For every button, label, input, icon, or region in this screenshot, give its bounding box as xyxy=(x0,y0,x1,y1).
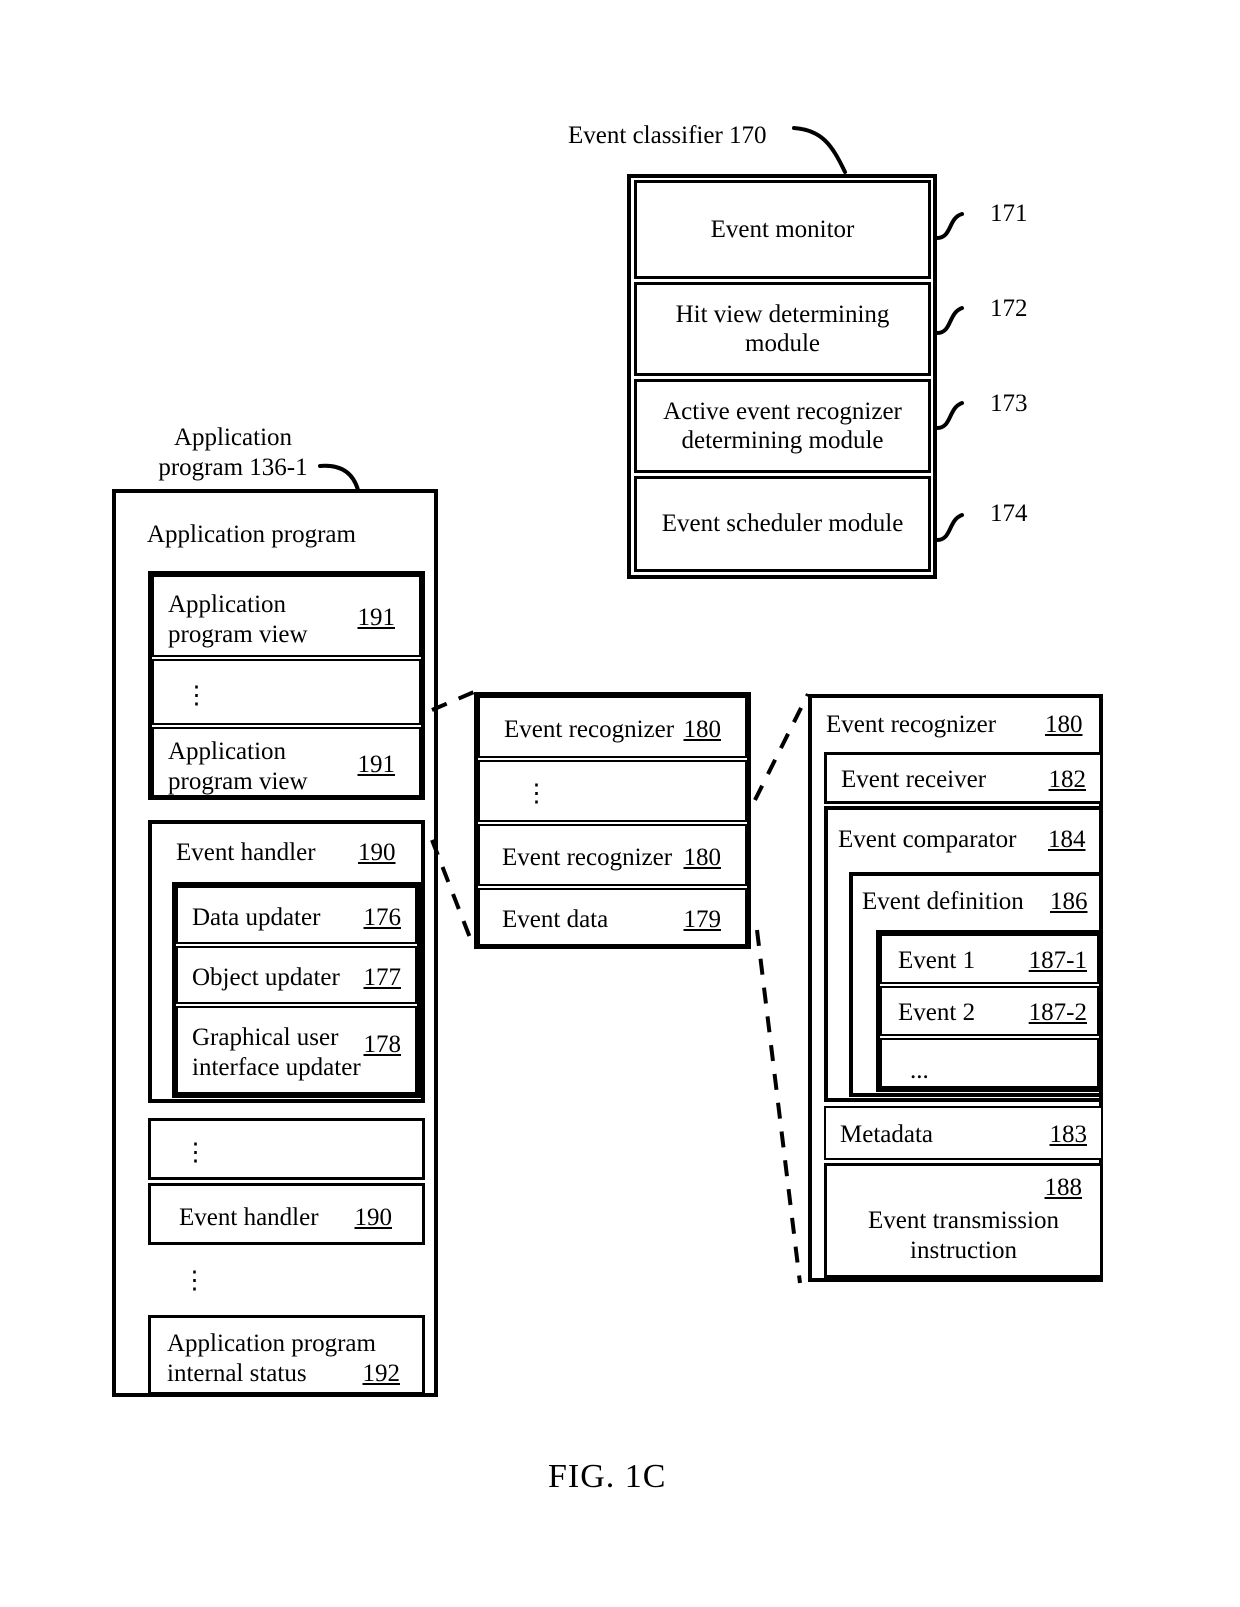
event-classifier-row-hit-view: Hit view determining module xyxy=(634,282,931,376)
event-1-label: Event 1 xyxy=(898,947,976,974)
application-program-ellipsis-row-2: ⋮ xyxy=(148,1118,425,1180)
application-program-title: Application program 136-1 xyxy=(158,424,308,481)
event-classifier-row-active-recognizer: Active event recognizer determining modu… xyxy=(634,379,931,473)
application-program-view-2: Application program view 191 xyxy=(152,727,421,797)
internal-status-label: Application program internal status xyxy=(167,1330,376,1387)
application-program-view-1: Application program view 191 xyxy=(152,575,421,657)
object-updater-label: Object updater xyxy=(192,964,340,991)
ref-192: 192 xyxy=(362,1360,401,1387)
data-updater-label: Data updater xyxy=(192,904,321,931)
event-recognizer-list-row: Event recognizer 180 xyxy=(478,824,747,886)
event-transmission-instruction-row: 188 Event transmission instruction xyxy=(824,1163,1103,1278)
event-2-label: Event 2 xyxy=(898,999,976,1026)
ref-172: 172 xyxy=(990,295,1028,322)
event-classifier-row-event-monitor: Event monitor xyxy=(634,180,931,279)
vertical-ellipsis: ⋮ xyxy=(524,780,549,807)
ref-191: 191 xyxy=(357,751,396,778)
event-handler-1-label: Event handler xyxy=(176,839,316,866)
dashed-connector-handler-to-recognizer-bottom xyxy=(430,839,476,949)
event-handler-2-row: Event handler 190 xyxy=(148,1183,425,1245)
event-classifier-title: Event classifier 170 xyxy=(568,122,767,149)
event-classifier-row-scheduler: Event scheduler module xyxy=(634,476,931,572)
patent-figure-page: Event classifier 170 Event monitor 171 H… xyxy=(0,0,1240,1607)
leader-174 xyxy=(935,513,964,542)
application-program-header: Application program xyxy=(147,521,356,548)
ref-182: 182 xyxy=(1048,766,1087,793)
event-classifier-row-label: Event scheduler module xyxy=(661,510,904,538)
ref-173: 173 xyxy=(990,390,1028,417)
event-classifier-row-label: Hit view determining module xyxy=(675,300,890,358)
event-receiver-label: Event receiver xyxy=(841,766,987,793)
application-program-view-label: Application program view xyxy=(168,591,308,648)
event-classifier-row-label: Event monitor xyxy=(710,215,855,243)
ref-188: 188 xyxy=(1044,1174,1083,1201)
ref-187-1: 187-1 xyxy=(1028,947,1087,974)
event-recognizer-label: Event recognizer xyxy=(504,716,675,743)
event-receiver-row: Event receiver 182 xyxy=(824,752,1103,804)
ref-179: 179 xyxy=(683,906,722,933)
ref-184: 184 xyxy=(1048,826,1086,853)
gui-updater-label: Graphical user interface updater xyxy=(192,1024,361,1081)
event-comparator-label: Event comparator xyxy=(838,826,1017,853)
event-list-ellipsis-row: ... xyxy=(880,1038,1099,1088)
data-updater-row: Data updater 176 xyxy=(176,886,417,944)
ref-183: 183 xyxy=(1049,1121,1088,1148)
ref-180: 180 xyxy=(683,716,722,743)
dashed-connector-recognizer-to-detail-top xyxy=(753,693,810,801)
object-updater-row: Object updater 177 xyxy=(176,946,417,1004)
application-program-internal-status-row: Application program internal status 192 xyxy=(148,1315,425,1395)
ref-178: 178 xyxy=(363,1031,402,1058)
metadata-row: Metadata 183 xyxy=(824,1106,1103,1160)
ref-180: 180 xyxy=(1045,711,1083,738)
application-program-views-ellipsis-row: ⋮ xyxy=(152,659,421,725)
ref-177: 177 xyxy=(363,964,402,991)
ref-171: 171 xyxy=(990,200,1028,227)
ref-191: 191 xyxy=(357,604,396,631)
metadata-label: Metadata xyxy=(840,1121,934,1148)
event-data-label: Event data xyxy=(502,906,609,933)
leader-172 xyxy=(935,306,964,335)
event-2-row: Event 2 187-2 xyxy=(880,986,1099,1036)
ref-190: 190 xyxy=(358,839,396,866)
ref-174: 174 xyxy=(990,500,1028,527)
leader-171 xyxy=(935,212,964,240)
ref-180: 180 xyxy=(683,844,722,871)
horizontal-ellipsis: ... xyxy=(910,1057,929,1084)
vertical-ellipsis: ⋮ xyxy=(184,682,209,709)
ref-176: 176 xyxy=(363,904,402,931)
vertical-ellipsis: ⋮ xyxy=(182,1267,207,1294)
ref-186: 186 xyxy=(1050,888,1088,915)
vertical-ellipsis: ⋮ xyxy=(183,1139,208,1166)
gui-updater-row: Graphical user interface updater 178 xyxy=(176,1006,417,1094)
event-recognizer-label: Event recognizer xyxy=(502,844,673,871)
event-definition-label: Event definition xyxy=(862,888,1024,915)
event-data-row: Event data 179 xyxy=(478,888,747,946)
leader-173 xyxy=(935,401,964,430)
event-recognizer-detail-title: Event recognizer xyxy=(826,711,997,738)
figure-caption: FIG. 1C xyxy=(548,1458,667,1495)
ref-190: 190 xyxy=(354,1204,393,1231)
event-transmission-instruction-label: Event transmission instruction xyxy=(868,1207,1059,1264)
event-handler-2-label: Event handler xyxy=(179,1204,319,1231)
application-program-view-label: Application program view xyxy=(168,738,308,795)
dashed-connector-recognizer-to-detail-bottom xyxy=(755,929,802,1284)
event-1-row: Event 1 187-1 xyxy=(880,934,1099,984)
event-recognizer-list-row: Event recognizer 180 xyxy=(478,696,747,758)
dashed-connector-views-to-recognizer-top xyxy=(431,690,475,712)
leader-event-classifier xyxy=(792,126,847,174)
ref-187-2: 187-2 xyxy=(1028,999,1087,1026)
event-recognizer-list-ellipsis-row: ⋮ xyxy=(478,760,747,822)
event-classifier-row-label: Active event recognizer determining modu… xyxy=(663,397,902,455)
